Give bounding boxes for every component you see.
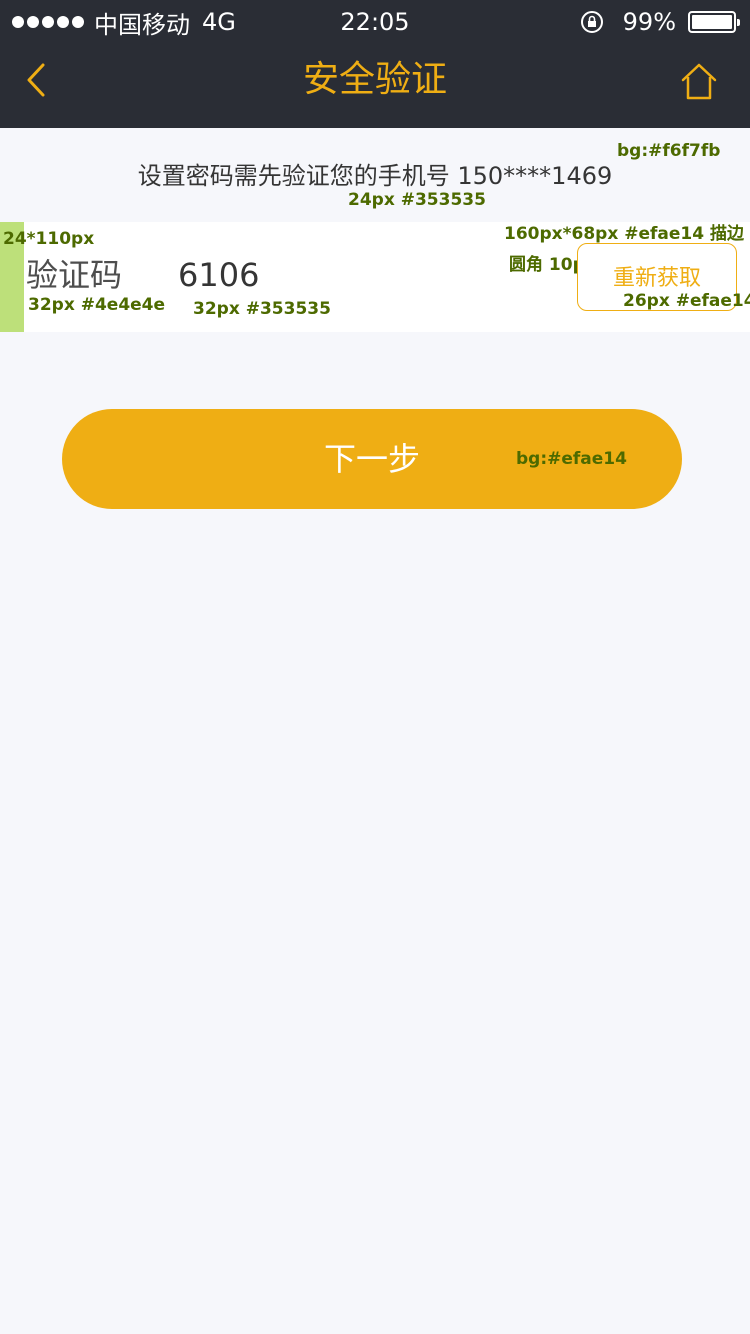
label-spec-annotation: 32px #4e4e4e bbox=[28, 295, 166, 315]
status-bar: 中国移动 4G 22:05 99% bbox=[0, 0, 750, 44]
battery-percent: 99% bbox=[622, 8, 676, 36]
verify-code-input[interactable]: 6106 bbox=[178, 254, 259, 296]
battery-icon bbox=[688, 11, 740, 33]
orientation-lock-icon bbox=[580, 11, 603, 33]
value-spec-annotation: 32px #353535 bbox=[193, 299, 331, 319]
phone-verify-tip: 设置密码需先验证您的手机号 150****1469 bbox=[137, 162, 613, 190]
header: 中国移动 4G 22:05 99% 安全验证 bbox=[0, 0, 750, 128]
tip-spec-annotation: 24px #353535 bbox=[348, 190, 486, 210]
home-button[interactable] bbox=[680, 62, 718, 102]
margin-spec-annotation: 24*110px bbox=[3, 229, 95, 249]
nav-bar: 安全验证 bbox=[0, 44, 750, 128]
page-title: 安全验证 bbox=[302, 59, 447, 100]
button-bg-annotation: bg:#efae14 bbox=[516, 449, 627, 469]
status-right: 99% bbox=[579, 7, 740, 37]
resend-size-annotation: 160px*68px #efae14 描边 bbox=[504, 224, 744, 244]
verify-code-label: 验证码 bbox=[26, 256, 123, 294]
resend-code-label: 重新获取 bbox=[612, 266, 701, 291]
home-icon bbox=[681, 63, 717, 100]
resend-text-annotation: 26px #efae14 bbox=[623, 291, 750, 311]
verify-code-row: 24*110px 验证码 32px #4e4e4e 6106 32px #353… bbox=[0, 222, 750, 332]
next-step-button[interactable]: 下一步 bg:#efae14 bbox=[62, 409, 682, 509]
page-bg-annotation: bg:#f6f7fb bbox=[617, 141, 721, 161]
screen: 中国移动 4G 22:05 99% 安全验证 bg:#f6f7fb 设置密码需先… bbox=[0, 0, 750, 1334]
